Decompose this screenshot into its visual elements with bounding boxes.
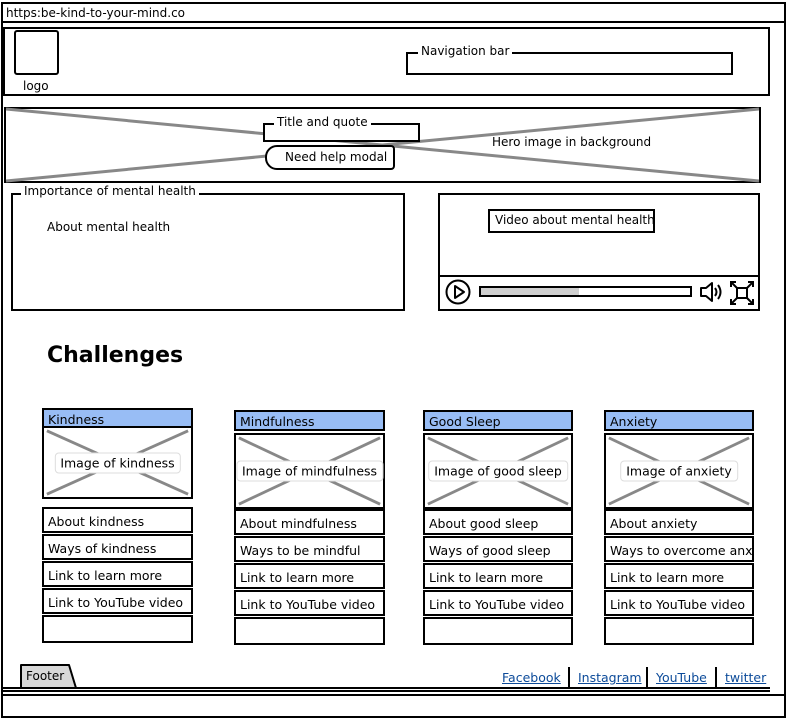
video-title: Video about mental health bbox=[495, 213, 655, 227]
card-row-learn-more-link[interactable]: Link to learn more bbox=[42, 561, 193, 587]
card-row-youtube-link[interactable]: Link to YouTube video bbox=[234, 590, 385, 616]
video-controls-divider bbox=[440, 275, 758, 277]
about-mental-health-text: About mental health bbox=[47, 220, 171, 234]
title-and-quote-label: Title and quote bbox=[274, 115, 371, 129]
card-row-empty bbox=[604, 617, 754, 645]
card-row-about[interactable]: About good sleep bbox=[423, 509, 573, 535]
card-row-empty bbox=[42, 615, 193, 643]
card-image-label: Image of good sleep bbox=[428, 460, 568, 482]
card-row-learn-more-link[interactable]: Link to learn more bbox=[423, 563, 573, 589]
card-header-good-sleep: Good Sleep bbox=[423, 410, 573, 431]
logo[interactable] bbox=[14, 30, 59, 75]
logo-label: logo bbox=[23, 79, 49, 93]
card-row-youtube-link[interactable]: Link to YouTube video bbox=[604, 590, 754, 616]
card-image-label: Image of mindfulness bbox=[235, 460, 384, 482]
card-row-empty bbox=[234, 617, 385, 645]
hero-image-caption: Hero image in background bbox=[492, 135, 652, 149]
twitter-link[interactable]: twitter bbox=[725, 670, 766, 685]
card-row-about[interactable]: About anxiety bbox=[604, 509, 754, 535]
card-header-mindfulness: Mindfulness bbox=[234, 410, 385, 431]
navigation-bar-label: Navigation bar bbox=[418, 44, 513, 58]
play-icon[interactable] bbox=[445, 279, 471, 305]
card-header-anxiety: Anxiety bbox=[604, 410, 754, 431]
card-row-about[interactable]: About kindness bbox=[42, 507, 193, 533]
card-row-youtube-link[interactable]: Link to YouTube video bbox=[423, 590, 573, 616]
instagram-link[interactable]: Instagram bbox=[578, 670, 642, 685]
card-row-ways[interactable]: Ways to be mindful bbox=[234, 536, 385, 562]
youtube-link[interactable]: YouTube bbox=[656, 670, 707, 685]
card-row-ways[interactable]: Ways of good sleep bbox=[423, 536, 573, 562]
footer-separator bbox=[568, 667, 570, 689]
importance-panel-label: Importance of mental health bbox=[21, 184, 199, 198]
card-row-about[interactable]: About mindfulness bbox=[234, 509, 385, 535]
footer-separator bbox=[715, 667, 717, 689]
card-row-youtube-link[interactable]: Link to YouTube video bbox=[42, 588, 193, 614]
card-row-learn-more-link[interactable]: Link to learn more bbox=[604, 563, 754, 589]
need-help-label: Need help modal bbox=[285, 150, 388, 164]
footer-separator bbox=[646, 667, 648, 689]
footer-bar bbox=[3, 687, 770, 692]
card-row-ways[interactable]: Ways of kindness bbox=[42, 534, 193, 560]
facebook-link[interactable]: Facebook bbox=[502, 670, 561, 685]
card-image-label: Image of anxiety bbox=[620, 460, 738, 482]
card-image-anxiety: Image of anxiety bbox=[604, 433, 754, 509]
card-row-ways[interactable]: Ways to overcome anxie bbox=[604, 536, 754, 562]
importance-panel bbox=[11, 193, 405, 311]
card-image-mindfulness: Image of mindfulness bbox=[234, 433, 385, 509]
card-image-good-sleep: Image of good sleep bbox=[423, 433, 573, 509]
card-image-kindness: Image of kindness bbox=[42, 426, 193, 499]
url-text: https:be-kind-to-your-mind.co bbox=[6, 6, 186, 20]
video-progress-fill bbox=[481, 288, 579, 295]
volume-icon[interactable] bbox=[699, 280, 727, 304]
footer-label: Footer bbox=[26, 669, 65, 683]
card-row-empty bbox=[423, 617, 573, 645]
card-row-learn-more-link[interactable]: Link to learn more bbox=[234, 563, 385, 589]
fullscreen-icon[interactable] bbox=[729, 280, 755, 306]
bottom-rule bbox=[1, 694, 786, 696]
card-image-label: Image of kindness bbox=[54, 452, 181, 473]
challenges-heading: Challenges bbox=[47, 343, 184, 368]
